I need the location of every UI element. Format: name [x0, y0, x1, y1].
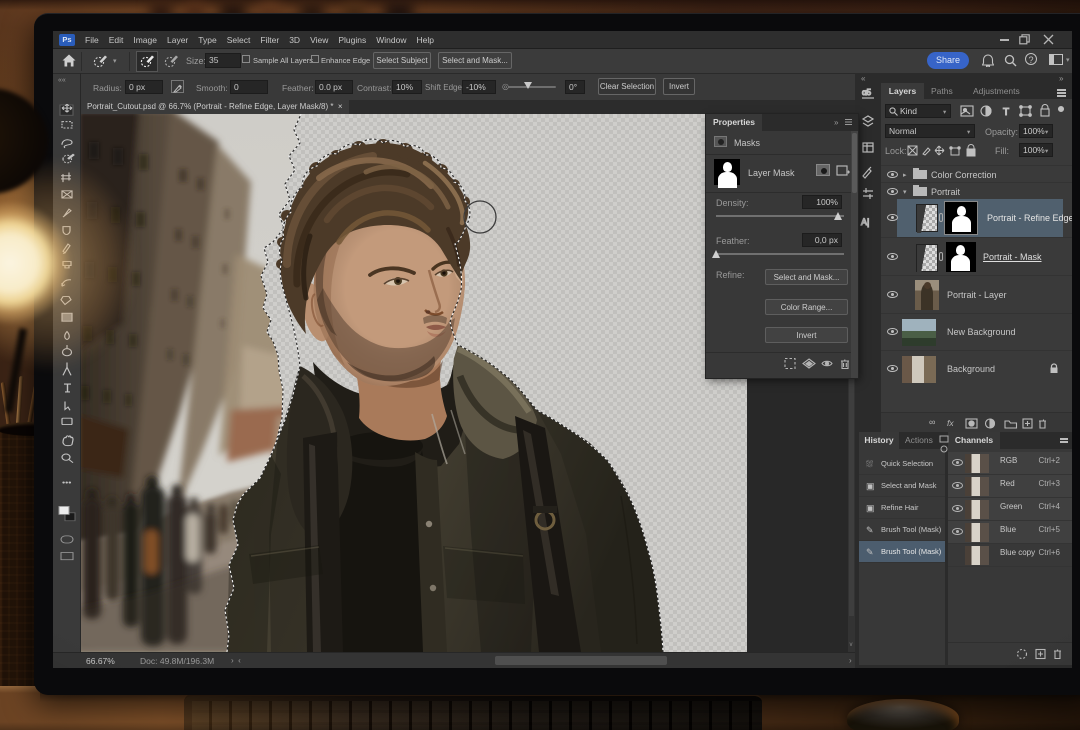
svg-text:A|: A|	[861, 217, 869, 227]
svg-text:α5: α5	[862, 88, 872, 97]
svg-text:v: v	[850, 642, 853, 648]
svg-text:T: T	[1003, 107, 1009, 118]
svg-text:•••: •••	[62, 479, 72, 487]
